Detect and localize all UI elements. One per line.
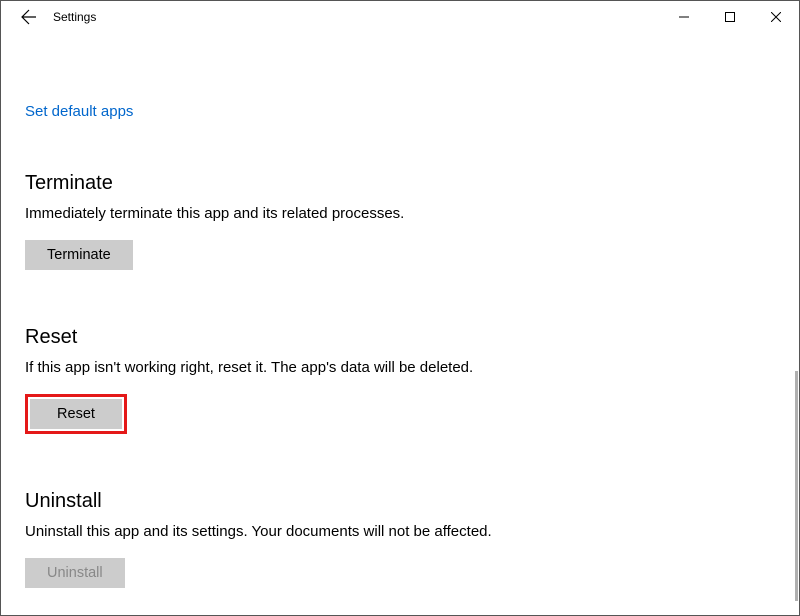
close-icon [771,12,781,22]
reset-highlight: Reset [25,394,127,434]
maximize-icon [725,12,735,22]
content-area: Set default apps Terminate Immediately t… [1,33,799,588]
reset-heading: Reset [25,326,775,349]
titlebar: Settings [1,1,799,33]
arrow-left-icon [21,9,37,25]
uninstall-description: Uninstall this app and its settings. You… [25,523,775,540]
reset-description: If this app isn't working right, reset i… [25,359,775,376]
maximize-button[interactable] [707,1,753,33]
uninstall-heading: Uninstall [25,490,775,513]
uninstall-button: Uninstall [25,558,125,588]
terminate-section: Terminate Immediately terminate this app… [25,172,775,270]
reset-button[interactable]: Reset [30,399,122,429]
back-button[interactable] [9,1,49,33]
window-controls [661,1,799,33]
terminate-button[interactable]: Terminate [25,240,133,270]
set-default-apps-link[interactable]: Set default apps [25,103,133,120]
window-title: Settings [53,10,661,24]
terminate-description: Immediately terminate this app and its r… [25,205,775,222]
scrollbar[interactable] [795,371,798,601]
terminate-heading: Terminate [25,172,775,195]
minimize-button[interactable] [661,1,707,33]
reset-section: Reset If this app isn't working right, r… [25,326,775,434]
uninstall-section: Uninstall Uninstall this app and its set… [25,490,775,588]
close-button[interactable] [753,1,799,33]
minimize-icon [679,12,689,22]
